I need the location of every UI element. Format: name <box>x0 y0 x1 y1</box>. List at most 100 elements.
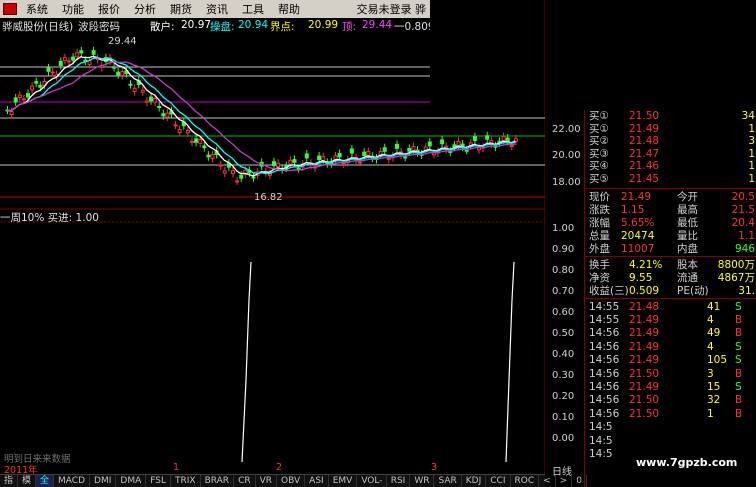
candle-body <box>337 153 342 158</box>
quote-label: 现价 <box>589 190 610 203</box>
trade-status[interactable]: 交易未登录 骅 <box>357 1 431 17</box>
candle-body <box>194 138 199 143</box>
panel-divider <box>585 255 756 257</box>
menu-analysis[interactable]: 分析 <box>129 1 165 17</box>
tick-price: 21.49 <box>629 314 660 326</box>
candle-body <box>411 145 416 151</box>
tick-row: 14:56 21.49 4 S <box>585 341 756 353</box>
candle-body <box>13 97 18 103</box>
candle-body <box>116 71 121 76</box>
candle-body <box>185 129 190 134</box>
menu-bar: 系统 功能 报价 分析 期货 资讯 工具 帮助 交易未登录 骅 <box>0 0 430 18</box>
candle-body <box>202 145 207 149</box>
bid-volume: 3 <box>748 135 755 148</box>
tab-roc[interactable]: ROC <box>511 475 540 487</box>
quote-row: 现价 21.49 今开 20.5 <box>585 191 756 203</box>
tab-vr[interactable]: VR <box>256 475 278 487</box>
quote-value-2: 946 <box>734 242 755 255</box>
menu-quote[interactable]: 报价 <box>93 1 129 17</box>
tab-[interactable]: 全部 <box>36 475 55 487</box>
tab-sar[interactable]: SAR <box>434 475 462 487</box>
tick-volume: 49 <box>707 327 721 340</box>
tab-macd[interactable]: MACD <box>54 475 91 487</box>
tab-cr[interactable]: CR <box>234 475 256 487</box>
candle-body <box>62 57 67 62</box>
operator-label: 操盘: <box>210 21 235 33</box>
tab-dmi[interactable]: DMI <box>90 475 117 487</box>
candle-body <box>21 98 26 101</box>
tab-dma[interactable]: DMA <box>116 475 147 487</box>
candle-body <box>296 167 301 170</box>
tick-row: 14:56 21.50 1 B <box>585 408 756 420</box>
tab-voltdx[interactable]: VOL-TDX <box>357 475 387 487</box>
tab-cci[interactable]: CCI <box>486 475 511 487</box>
tab-0[interactable]: 0 <box>572 475 587 487</box>
fund-row: 换手 4.21% 股本 8800万 <box>585 259 756 271</box>
bid-label: 买③ <box>589 147 609 160</box>
candle-body <box>149 96 153 102</box>
tab-wr[interactable]: WR <box>410 475 435 487</box>
bid-volume: 1 <box>748 147 755 160</box>
sub-axis-080: 0.80 <box>552 265 575 276</box>
tick-row: 14:55 21.48 41 S <box>585 301 756 313</box>
bid-price: 21.45 <box>629 173 660 185</box>
candle-body <box>46 67 51 72</box>
tab-kdj[interactable]: KDJ <box>462 475 487 487</box>
candle-body <box>190 140 194 143</box>
tab-[interactable]: < <box>539 475 556 487</box>
quote-label: 外盘 <box>589 242 610 255</box>
menu-tools[interactable]: 工具 <box>237 1 273 17</box>
candle-body <box>317 155 322 161</box>
candle-body <box>120 71 125 77</box>
sub-axis-top: 1.00 <box>552 223 575 234</box>
menu-help[interactable]: 帮助 <box>273 1 309 17</box>
menu-futures[interactable]: 期货 <box>165 1 201 17</box>
candle-body <box>403 156 408 159</box>
menu-system[interactable]: 系统 <box>21 1 57 17</box>
bid-price: 21.46 <box>629 160 660 173</box>
tab-fsl[interactable]: FSL <box>146 475 171 487</box>
sub-axis-040: 0.40 <box>552 349 575 360</box>
tick-row: 14:56 21.49 49 B <box>585 327 756 339</box>
tab-obv[interactable]: OBV <box>277 475 306 487</box>
candle-body <box>501 136 506 141</box>
sub-signal-line-2 <box>505 261 515 463</box>
tick-row: 14:5 <box>585 421 756 433</box>
menu-news[interactable]: 资讯 <box>201 1 237 17</box>
candle-body <box>395 143 399 149</box>
candle-body <box>386 157 391 160</box>
tick-price: 21.49 <box>629 327 660 340</box>
tick-time: 14:56 <box>589 354 620 367</box>
candle-body <box>157 106 162 109</box>
tab-[interactable]: 指标 <box>0 475 19 487</box>
tick-volume: 105 <box>707 354 728 367</box>
indicator-name[interactable]: 波段密码 <box>78 19 120 33</box>
tab-[interactable]: 模板 <box>18 475 37 487</box>
fund-row: 收益(三) 0.509 PE(动) 31. <box>585 285 756 297</box>
sub-indicator-header: 一周10% 买进: 1.00 <box>0 212 99 224</box>
tab-asi[interactable]: ASI <box>305 475 329 487</box>
quote-label-2: 今开 <box>677 190 698 203</box>
candle-body <box>75 52 80 58</box>
candle-body <box>362 151 367 156</box>
fund-value-2: 31. <box>738 284 755 297</box>
candle-body <box>173 124 178 127</box>
tab-trix[interactable]: TRIX <box>171 475 201 487</box>
fund-value-2: 8800万 <box>717 258 755 271</box>
candle-body <box>206 154 211 158</box>
tick-volume: 4 <box>707 314 714 326</box>
high-annotation: 29.44 <box>108 36 137 47</box>
tab-brar[interactable]: BRAR <box>201 475 235 487</box>
menu-function[interactable]: 功能 <box>57 1 93 17</box>
tab-[interactable]: > <box>556 475 573 487</box>
low-annotation: 16.82 <box>254 192 283 203</box>
tab-emv[interactable]: EMV <box>329 475 358 487</box>
candle-body <box>140 89 145 93</box>
tick-time: 14:55 <box>589 300 620 313</box>
kline-chart[interactable]: 29.44 16.82 <box>0 0 545 487</box>
tick-time: 14:56 <box>589 407 620 420</box>
fund-label: 收益(三) <box>589 284 629 297</box>
fund-value: 0.509 <box>629 284 660 297</box>
bid-price: 21.50 <box>629 110 660 122</box>
tab-rsi[interactable]: RSI <box>387 475 411 487</box>
